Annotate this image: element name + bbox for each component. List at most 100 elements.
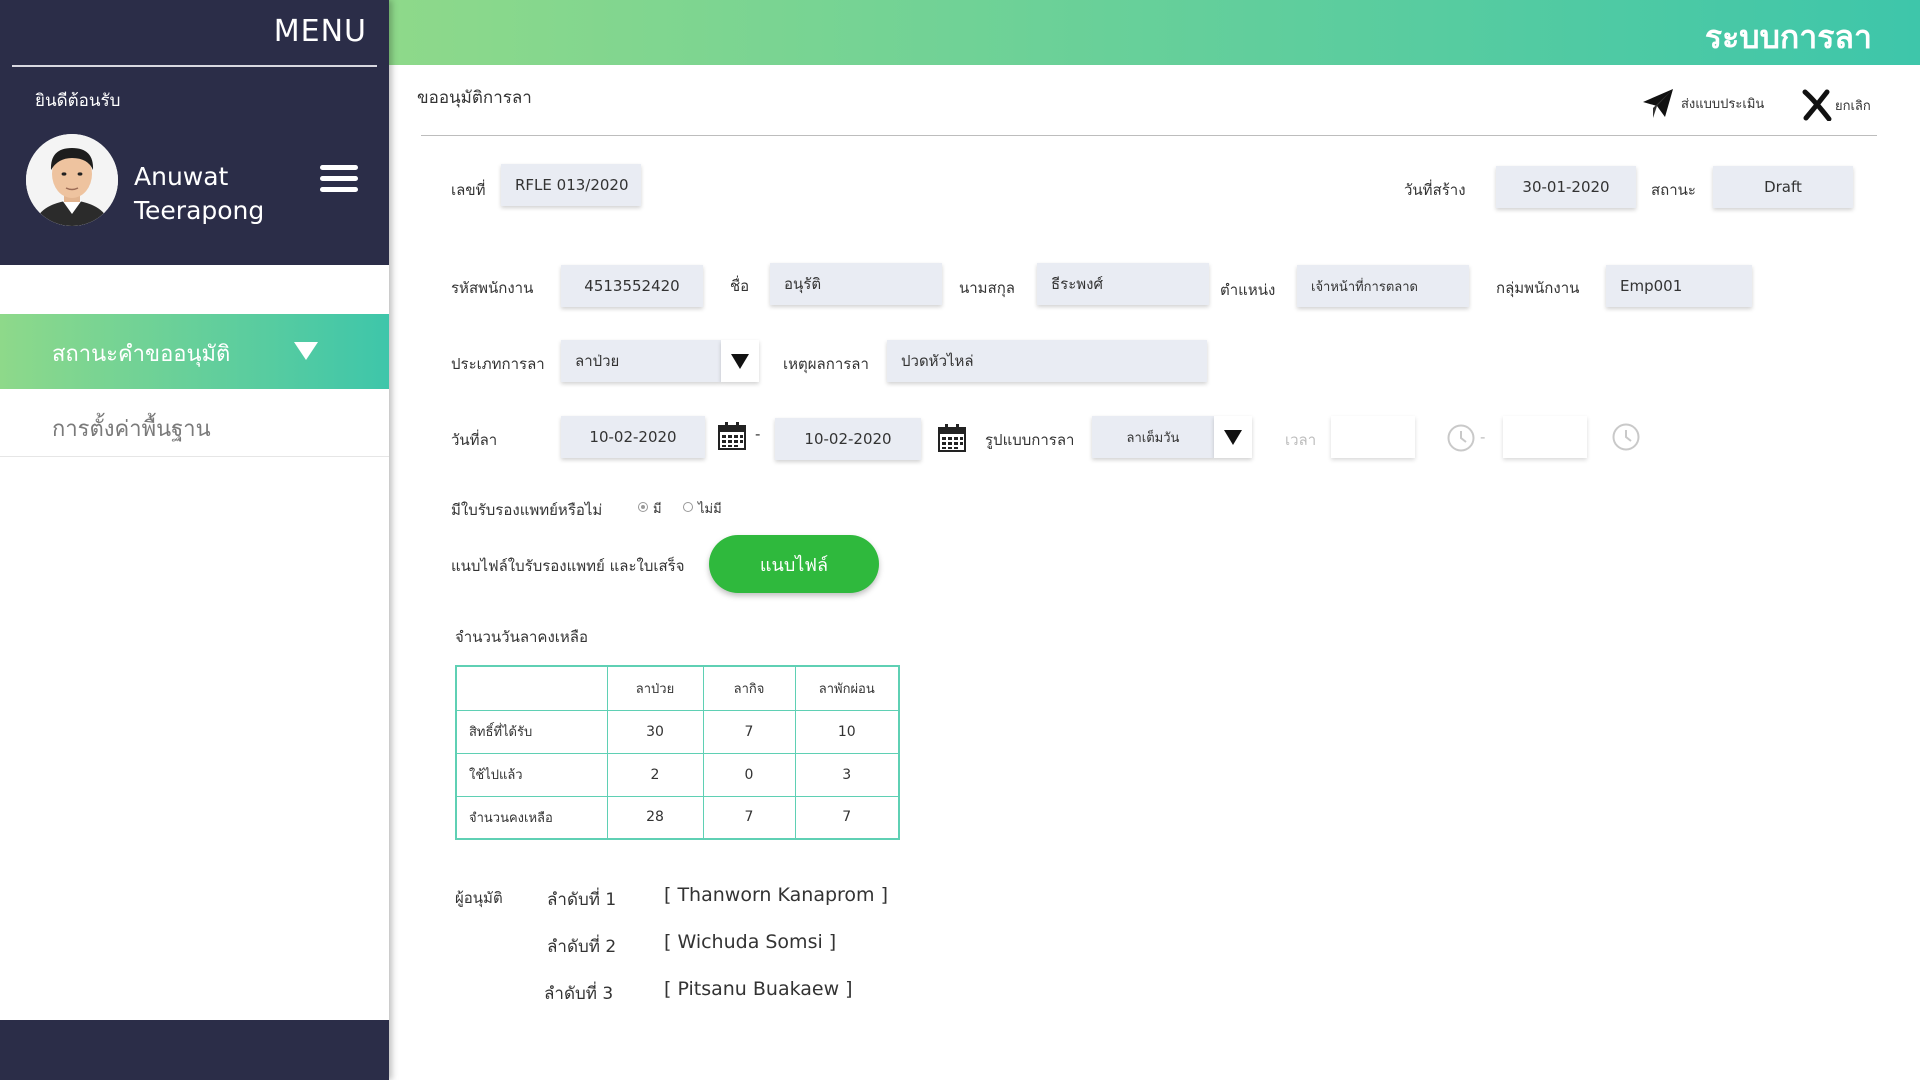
row-header: จำนวนคงเหลือ [455, 795, 608, 840]
avatar-portrait-icon [26, 134, 118, 226]
time-from-input[interactable] [1331, 416, 1415, 458]
sidebar-item-approval-status[interactable]: สถานะคำขออนุมัติ [0, 314, 389, 389]
employee-id-field: 4513552420 [561, 265, 703, 307]
table-cell: 2 [606, 752, 704, 797]
caret-down-icon [294, 342, 318, 360]
doc-no-label: เลขที่ [451, 181, 486, 199]
header-divider [421, 135, 1877, 136]
employee-group-label: กลุ่มพนักงาน [1496, 279, 1580, 297]
cert-no-radio[interactable] [683, 502, 693, 512]
position-field: เจ้าหน้าที่การตลาด [1297, 265, 1469, 307]
table-cell: 0 [702, 752, 796, 797]
leave-mode-select[interactable]: ลาเต็มวัน [1092, 416, 1214, 458]
column-header: ลาป่วย [606, 665, 704, 711]
app-title: ระบบการลา [1704, 18, 1872, 56]
table-cell: 7 [702, 795, 796, 840]
status-field: Draft [1713, 166, 1853, 208]
table-row: สิทธิ์ที่ได้รับ 30 7 10 [455, 709, 900, 754]
table-cell: 7 [702, 709, 796, 754]
doc-no-field: RFLE 013/2020 [501, 164, 641, 206]
position-label: ตำแหน่ง [1220, 281, 1276, 299]
menu-icon[interactable] [320, 165, 358, 193]
paper-plane-icon [1643, 89, 1673, 118]
table-cell: 30 [606, 709, 704, 754]
column-header: ลาพักผ่อน [794, 665, 900, 711]
avatar [26, 134, 118, 226]
employee-group-field: Emp001 [1606, 265, 1752, 307]
table-cell: 7 [794, 795, 900, 840]
cert-yes-label: มี [653, 502, 662, 517]
time-label: เวลา [1285, 431, 1317, 449]
user-last-name: Teerapong [134, 196, 265, 225]
clock-icon[interactable] [1446, 423, 1476, 453]
leave-type-label: ประเภทการลา [451, 355, 545, 373]
last-name-label: นามสกุล [959, 279, 1015, 297]
cancel-label: ยกเลิก [1835, 98, 1871, 114]
table-cell: 28 [606, 795, 704, 840]
approver-order: ลำดับที่ 3 [544, 984, 614, 1004]
cert-yes-radio[interactable] [638, 502, 648, 512]
menu-divider [12, 65, 377, 67]
cert-no-label: ไม่มี [698, 502, 722, 517]
status-label: สถานะ [1651, 181, 1696, 199]
approver-name: [ Wichuda Somsi ] [664, 931, 837, 953]
cancel-x-icon [1802, 89, 1832, 121]
approver-name: [ Pitsanu Buakaew ] [664, 978, 853, 1000]
created-date-field: 30-01-2020 [1496, 166, 1636, 208]
page-title: ขออนุมัติการลา [417, 88, 532, 108]
leave-reason-label: เหตุผลการลา [783, 355, 869, 373]
date-from-input[interactable]: 10-02-2020 [561, 416, 705, 458]
leave-type-dropdown[interactable] [721, 340, 759, 382]
medical-cert-question: มีใบรับรองแพทย์หรือไม่ [451, 501, 603, 519]
attach-file-label: แนบไฟล์ใบรับรองแพทย์ และใบเสร็จ [451, 557, 685, 575]
user-first-name: Anuwat [134, 162, 229, 191]
table-cell: 10 [794, 709, 900, 754]
row-header: ใช้ไปแล้ว [455, 752, 608, 797]
attach-file-button[interactable]: แนบไฟล์ [709, 535, 879, 593]
last-name-field: ธีระพงศ์ [1037, 263, 1209, 305]
leave-reason-input[interactable]: ปวดหัวไหล่ [887, 340, 1207, 382]
column-header: ลากิจ [702, 665, 796, 711]
table-corner-cell [455, 665, 608, 711]
table-row: ใช้ไปแล้ว 2 0 3 [455, 752, 900, 797]
leave-balance-table: ลาป่วย ลากิจ ลาพักผ่อน สิทธิ์ที่ได้รับ 3… [455, 665, 900, 840]
leave-balance-title: จำนวนวันลาคงเหลือ [455, 628, 589, 646]
submit-evaluation-label: ส่งแบบประเมิน [1681, 96, 1765, 112]
sidebar-item-label: สถานะคำขออนุมัติ [52, 342, 231, 367]
employee-id-label: รหัสพนักงาน [451, 279, 534, 297]
first-name-label: ชื่อ [730, 277, 750, 295]
approvers-label: ผู้อนุมัติ [455, 889, 503, 907]
dropdown-arrow-icon [1224, 430, 1242, 445]
dropdown-arrow-icon [731, 354, 749, 369]
sidebar-profile-panel: MENU ยินดีต้อนรับ Anuwat Teerapong [0, 0, 389, 265]
table-header-row: ลาป่วย ลากิจ ลาพักผ่อน [455, 665, 900, 711]
top-header: ระบบการลา [389, 0, 1920, 65]
leave-mode-label: รูปแบบการลา [985, 431, 1075, 449]
leave-type-select[interactable]: ลาป่วย [561, 340, 721, 382]
time-to-input[interactable] [1503, 416, 1587, 458]
date-to-input[interactable]: 10-02-2020 [775, 418, 921, 460]
created-date-label: วันที่สร้าง [1404, 181, 1466, 199]
date-separator: - [755, 425, 761, 443]
menu-title: MENU [273, 14, 367, 49]
clock-icon[interactable] [1611, 422, 1641, 452]
time-separator: - [1480, 428, 1486, 446]
approver-order: ลำดับที่ 2 [547, 937, 617, 957]
row-header: สิทธิ์ที่ได้รับ [455, 709, 608, 754]
sidebar-item-label: การตั้งค่าพื้นฐาน [52, 417, 211, 442]
first-name-field: อนุรัติ [770, 263, 942, 305]
welcome-text: ยินดีต้อนรับ [35, 91, 121, 111]
sidebar-footer [0, 1020, 389, 1080]
sidebar-item-basic-settings[interactable]: การตั้งค่าพื้นฐาน [0, 389, 389, 457]
calendar-icon[interactable] [937, 423, 967, 453]
submit-evaluation-button[interactable]: ส่งแบบประเมิน [1641, 86, 1764, 120]
main-content: ขออนุมัติการลา ส่งแบบประเมิน ยกเลิก เลขท… [389, 65, 1920, 1080]
table-row: จำนวนคงเหลือ 28 7 7 [455, 795, 900, 840]
approver-name: [ Thanworn Kanaprom ] [664, 884, 889, 906]
table-cell: 3 [794, 752, 900, 797]
leave-mode-dropdown[interactable] [1214, 416, 1252, 458]
cancel-button[interactable]: ยกเลิก [1801, 89, 1871, 121]
calendar-icon[interactable] [717, 421, 747, 451]
sidebar: MENU ยินดีต้อนรับ Anuwat Teerapong สถานะ… [0, 0, 389, 1080]
approver-order: ลำดับที่ 1 [547, 890, 617, 910]
